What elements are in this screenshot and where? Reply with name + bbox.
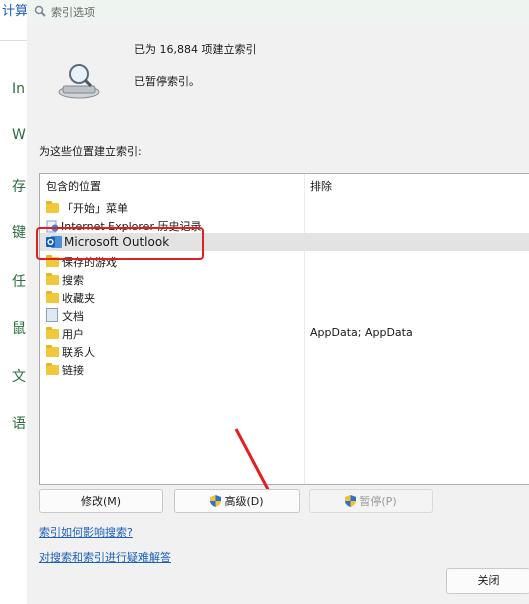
title-bar[interactable]: 索引选项 (27, 0, 529, 24)
folder-icon (46, 291, 59, 303)
background-item[interactable]: 任 (12, 271, 26, 291)
list-item[interactable]: 联系人 (40, 342, 529, 360)
how-indexing-affects-search-link[interactable]: 索引如何影响搜索? (39, 524, 133, 540)
background-window: 计算 In W 存 键 任 鼠 文 语 (0, 0, 29, 604)
magnifier-icon (58, 64, 100, 99)
dialog-title: 索引选项 (51, 6, 95, 19)
document-icon (46, 308, 58, 322)
exclude-value: AppData; AppData (310, 326, 413, 339)
background-item[interactable]: 文 (12, 366, 26, 386)
list-item[interactable]: 「开始」菜单 (40, 198, 529, 216)
list-item[interactable]: 搜索 (40, 270, 529, 288)
advanced-button[interactable]: 高级(D) (174, 489, 300, 513)
list-item[interactable]: 用户 AppData; AppData (40, 324, 529, 342)
folder-icon (46, 327, 59, 339)
list-item[interactable]: 链接 (40, 360, 529, 378)
background-item[interactable]: In (12, 81, 25, 97)
locations-label: 为这些位置建立索引: (39, 145, 142, 158)
modify-button[interactable]: 修改(M) (39, 489, 163, 513)
index-state-status: 已暂停索引。 (134, 75, 200, 88)
background-item[interactable]: 语 (12, 413, 26, 433)
uac-shield-icon (345, 495, 357, 507)
column-header-included[interactable]: 包含的位置 (46, 178, 101, 194)
list-item[interactable]: 文档 (40, 306, 529, 324)
highlight-box (36, 227, 204, 260)
folder-icon (46, 273, 59, 285)
troubleshoot-search-link[interactable]: 对搜索和索引进行疑难解答 (39, 549, 171, 565)
index-count-status: 已为 16,884 项建立索引 (134, 43, 257, 56)
background-item[interactable]: 存 (12, 176, 26, 196)
indexing-options-dialog: 索引选项 已为 16,884 项建立索引 已暂停索引。 为这些位置建立索引: 包… (27, 0, 529, 604)
folder-icon (46, 201, 59, 213)
background-title: 计算 (0, 0, 29, 24)
close-button[interactable]: 关闭 (446, 568, 529, 594)
column-header-excluded[interactable]: 排除 (310, 178, 332, 194)
background-item[interactable]: W (12, 127, 26, 143)
background-item[interactable]: 键 (12, 222, 26, 242)
background-item[interactable]: 鼠 (12, 318, 26, 338)
pause-button: 暂停(P) (309, 489, 433, 513)
uac-shield-icon (210, 495, 222, 507)
background-divider (0, 40, 27, 41)
search-index-icon (34, 5, 46, 17)
folder-icon (46, 363, 59, 375)
list-item[interactable]: 收藏夹 (40, 288, 529, 306)
folder-icon (46, 345, 59, 357)
